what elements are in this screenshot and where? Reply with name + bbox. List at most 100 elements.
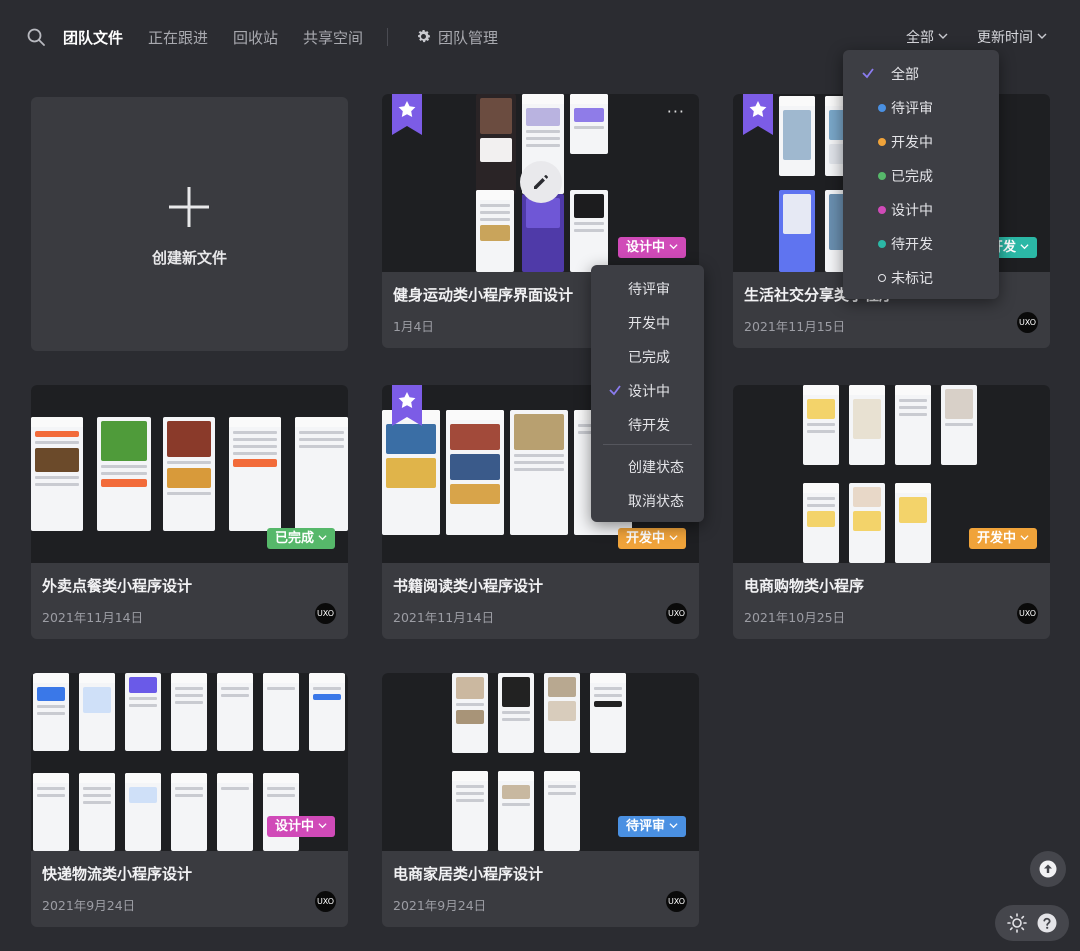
status-dot [878,206,886,214]
tab-following[interactable]: 正在跟进 [148,27,208,48]
status-badge[interactable]: 开发中 [617,528,686,549]
screen-mock [263,673,299,751]
screen-mock [570,190,608,272]
screen-mock [895,483,931,563]
status-filter-label: 全部 [906,30,934,46]
avatar[interactable]: UXO [315,603,336,624]
status-badge[interactable]: 开发中 [968,528,1037,549]
file-date: 2021年11月14日 [393,610,495,625]
sort-dropdown[interactable]: 更新时间 [977,27,1047,47]
menu-item-cancel-status[interactable]: 取消状态 [628,491,684,511]
file-title: 电商购物类小程序 [744,577,865,595]
file-card[interactable]: 设计中 快递物流类小程序设计 2021年9月24日 UXO [31,673,348,927]
file-card[interactable]: 已完成 外卖点餐类小程序设计 2021年11月14日 UXO [31,385,348,639]
tab-shared-space[interactable]: 共享空间 [303,27,363,48]
chevron-down-icon [669,823,678,829]
screen-mock [171,673,207,751]
filter-item-completed[interactable]: 已完成 [878,166,933,186]
file-title: 外卖点餐类小程序设计 [42,577,193,595]
status-dot [878,240,886,248]
edit-button[interactable] [520,161,562,203]
screen-mock [849,483,885,563]
check-icon [609,385,621,396]
status-dot [878,138,886,146]
avatar[interactable]: UXO [1017,312,1038,333]
status-filter-dropdown[interactable]: 全部 [906,27,948,47]
gear-icon[interactable] [415,28,432,45]
status-badge[interactable]: 已完成 [266,528,335,549]
status-badge[interactable]: 设计中 [617,237,686,258]
screen-mock [295,417,348,531]
screen-mock [217,673,253,751]
file-title: 电商家居类小程序设计 [393,865,544,883]
chevron-down-icon [938,33,948,39]
star-bookmark-icon[interactable] [392,385,422,426]
question-icon[interactable] [1037,913,1057,933]
more-options-icon[interactable]: ··· [667,102,685,121]
screen-mock [498,771,534,851]
chevron-down-icon [669,535,678,541]
avatar[interactable]: UXO [1017,603,1038,624]
file-date: 2021年10月25日 [744,610,846,625]
filter-item-pending-review[interactable]: 待评审 [878,98,933,118]
avatar[interactable]: UXO [666,891,687,912]
status-badge[interactable]: 待评审 [617,816,686,837]
screen-mock [779,190,815,272]
filter-item-label: 待评审 [891,101,933,117]
avatar[interactable]: UXO [666,603,687,624]
menu-item-designing[interactable]: 设计中 [628,381,670,401]
screen-mock [79,673,115,751]
status-badge[interactable]: 设计中 [266,816,335,837]
file-thumbnail: ··· 设计中 [382,94,699,272]
sort-label: 更新时间 [977,30,1033,46]
filter-item-label: 已完成 [891,169,933,185]
menu-item-completed[interactable]: 已完成 [628,347,670,367]
tab-team-files[interactable]: 团队文件 [63,27,123,48]
filter-item-designing[interactable]: 设计中 [878,200,933,220]
tab-recycle-bin[interactable]: 回收站 [233,27,278,48]
screen-mock [452,771,488,851]
scroll-top-button[interactable] [1030,851,1066,887]
screen-mock [544,673,580,753]
menu-item-to-develop[interactable]: 待开发 [628,415,670,435]
screen-mock [446,410,504,535]
team-manage-link[interactable]: 团队管理 [438,27,498,48]
file-card[interactable]: 开发中 电商购物类小程序 2021年10月25日 UXO [733,385,1050,639]
menu-item-pending-review[interactable]: 待评审 [628,279,670,299]
filter-item-label: 待开发 [891,237,933,253]
sun-icon[interactable] [1007,913,1027,933]
menu-item-in-development[interactable]: 开发中 [628,313,670,333]
file-date: 2021年9月24日 [42,898,136,913]
screen-mock [941,385,977,465]
file-title: 健身运动类小程序界面设计 [393,286,574,304]
filter-item-unmarked[interactable]: 未标记 [878,268,933,288]
screen-mock [803,483,839,563]
status-dot [878,274,886,282]
file-date: 2021年9月24日 [393,898,487,913]
filter-item-all[interactable]: 全部 [891,64,919,84]
file-thumbnail: 待评审 [382,673,699,851]
filter-item-to-develop[interactable]: 待开发 [878,234,933,254]
filter-item-label: 开发中 [891,135,933,151]
screen-mock [570,94,608,154]
filter-item-in-development[interactable]: 开发中 [878,132,933,152]
screen-mock [476,94,516,194]
filter-item-label: 设计中 [891,203,933,219]
screen-mock [498,673,534,753]
file-card[interactable]: 待评审 电商家居类小程序设计 2021年9月24日 UXO [382,673,699,927]
screen-mock [476,190,514,272]
screen-mock [263,773,299,851]
avatar[interactable]: UXO [315,891,336,912]
star-bookmark-icon[interactable] [743,94,773,135]
create-file-card[interactable]: 创建新文件 [31,97,348,351]
status-label: 待评审 [625,819,665,834]
search-icon[interactable] [27,28,45,46]
pencil-icon [534,175,548,189]
status-label: 已完成 [274,531,314,546]
screen-mock [803,385,839,465]
file-date: 2021年11月15日 [744,319,846,334]
menu-item-create-status[interactable]: 创建状态 [628,457,684,477]
screen-mock [97,417,151,531]
star-bookmark-icon[interactable] [392,94,422,135]
menu-divider [603,444,692,445]
